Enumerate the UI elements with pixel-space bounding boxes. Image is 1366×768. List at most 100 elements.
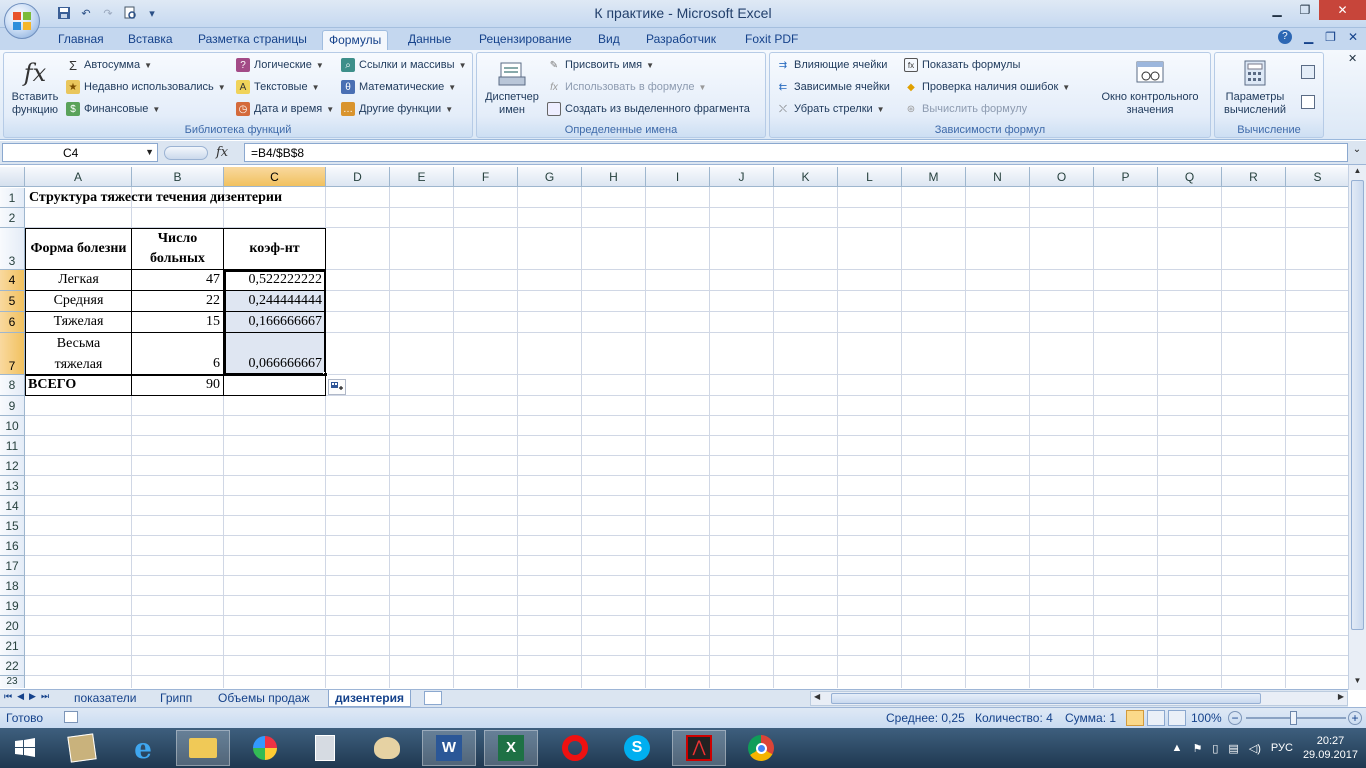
header-cell[interactable]: Число больных: [132, 229, 223, 269]
sheet-tab[interactable]: показатели: [68, 690, 143, 707]
zoom-level[interactable]: 100%: [1191, 711, 1222, 725]
financial-button[interactable]: $ Финансовые ▼: [66, 99, 160, 119]
recent-functions-button[interactable]: ★ Недавно использовались ▼: [66, 77, 226, 97]
column-header[interactable]: B: [132, 167, 224, 187]
trace-dependents-button[interactable]: ⇇ Зависимые ячейки: [776, 77, 890, 97]
row-header[interactable]: 20: [0, 616, 25, 636]
insert-sheet-icon[interactable]: [424, 691, 442, 705]
data-cell[interactable]: Тяжелая: [26, 312, 131, 333]
logical-button[interactable]: ? Логические ▼: [236, 55, 324, 75]
define-name-button[interactable]: ✎ Присвоить имя ▼: [547, 55, 654, 75]
calculator-icon[interactable]: [298, 730, 352, 766]
remove-arrows-button[interactable]: ⤬ Убрать стрелки ▼: [776, 99, 885, 119]
watch-window-button[interactable]: Окно контрольного значения: [1092, 57, 1208, 117]
column-header[interactable]: H: [582, 167, 646, 187]
row-header[interactable]: 18: [0, 576, 25, 596]
row-header[interactable]: 6: [0, 312, 25, 333]
restore-icon[interactable]: ❐: [1291, 0, 1319, 20]
create-from-selection-button[interactable]: Создать из выделенного фрагмента: [547, 99, 750, 119]
use-in-formula-button[interactable]: fx Использовать в формуле ▼: [547, 77, 706, 97]
tab-developer[interactable]: Разработчик: [640, 30, 722, 50]
data-cell[interactable]: 22: [132, 291, 223, 312]
column-header[interactable]: K: [774, 167, 838, 187]
paint-icon[interactable]: [360, 730, 414, 766]
column-header[interactable]: M: [902, 167, 966, 187]
opera-icon[interactable]: [548, 730, 602, 766]
page-layout-view-icon[interactable]: [1147, 710, 1165, 726]
row-header[interactable]: 21: [0, 636, 25, 656]
scroll-left-icon[interactable]: ◀: [814, 692, 820, 701]
row-header[interactable]: 4: [0, 270, 25, 291]
windows-start-icon[interactable]: [0, 730, 50, 766]
horizontal-scroll-thumb[interactable]: [831, 693, 1261, 704]
skype-icon[interactable]: S: [610, 730, 664, 766]
vertical-scrollbar[interactable]: ▲ ▼: [1348, 165, 1366, 690]
scroll-right-icon[interactable]: ▶: [1338, 692, 1344, 701]
row-header[interactable]: 22: [0, 656, 25, 676]
name-box-dropdown-icon[interactable]: ▼: [145, 147, 154, 157]
lookup-reference-button[interactable]: ⌕ Ссылки и массивы ▼: [341, 55, 466, 75]
row-header[interactable]: 16: [0, 536, 25, 556]
zoom-out-icon[interactable]: −: [1228, 711, 1242, 725]
tab-foxit-pdf[interactable]: Foxit PDF: [739, 30, 804, 50]
total-value-cell[interactable]: 90: [132, 375, 223, 396]
word-icon[interactable]: W: [422, 730, 476, 766]
data-cell[interactable]: 6: [132, 354, 223, 375]
row-header[interactable]: 14: [0, 496, 25, 516]
row-header[interactable]: 12: [0, 456, 25, 476]
language-indicator[interactable]: РУС: [1271, 742, 1293, 754]
trace-precedents-button[interactable]: ⇉ Влияющие ячейки: [776, 55, 888, 75]
expand-formula-bar-icon[interactable]: ⌄: [1350, 144, 1364, 161]
text-button[interactable]: A Текстовые ▼: [236, 77, 319, 97]
tab-data[interactable]: Данные: [402, 30, 457, 50]
data-cell[interactable]: Средняя: [26, 291, 131, 312]
column-header[interactable]: Q: [1158, 167, 1222, 187]
more-functions-button[interactable]: … Другие функции ▼: [341, 99, 453, 119]
column-header[interactable]: O: [1030, 167, 1094, 187]
data-cell[interactable]: Весьма тяжелая: [26, 333, 131, 375]
name-box[interactable]: C4 ▼: [2, 143, 158, 162]
tab-home[interactable]: Главная: [52, 30, 110, 50]
sheet-tab[interactable]: Объемы продаж: [212, 690, 316, 707]
normal-view-icon[interactable]: [1126, 710, 1144, 726]
insert-function-fx-icon[interactable]: fx: [216, 145, 228, 160]
autosum-button[interactable]: Σ Автосумма ▼: [66, 55, 152, 75]
data-cell[interactable]: 47: [132, 270, 223, 291]
tab-review[interactable]: Рецензирование: [473, 30, 578, 50]
row-header[interactable]: 11: [0, 436, 25, 456]
total-label-cell[interactable]: ВСЕГО: [28, 375, 131, 396]
calculate-now-icon[interactable]: [1301, 65, 1315, 79]
show-hidden-icons-icon[interactable]: ▲: [1172, 742, 1183, 754]
column-header[interactable]: S: [1286, 167, 1348, 187]
row-header[interactable]: 23: [0, 676, 25, 688]
tab-insert[interactable]: Вставка: [122, 30, 179, 50]
ribbon-collapse-icon[interactable]: ✕: [1348, 52, 1364, 72]
column-header[interactable]: J: [710, 167, 774, 187]
tab-formulas[interactable]: Формулы: [322, 30, 389, 50]
calculate-sheet-icon[interactable]: [1301, 95, 1315, 109]
name-manager-button[interactable]: Диспетчер имен: [481, 57, 543, 117]
scroll-up-icon[interactable]: ▲: [1351, 166, 1364, 178]
chrome-icon[interactable]: [734, 730, 788, 766]
header-cell[interactable]: Форма болезни: [26, 229, 131, 269]
doc-close-icon[interactable]: ✕: [1348, 30, 1358, 44]
app-launcher-icon[interactable]: [55, 730, 109, 766]
column-header[interactable]: F: [454, 167, 518, 187]
show-formulas-button[interactable]: fx Показать формулы: [904, 55, 1020, 75]
tab-page-layout[interactable]: Разметка страницы: [192, 30, 313, 50]
column-header[interactable]: I: [646, 167, 710, 187]
excel-icon[interactable]: X: [484, 730, 538, 766]
data-cell[interactable]: 0,522222222: [224, 270, 325, 291]
column-header[interactable]: E: [390, 167, 454, 187]
data-cell[interactable]: 0,066666667: [224, 354, 325, 375]
file-explorer-icon[interactable]: [176, 730, 230, 766]
calculation-options-button[interactable]: Параметры вычислений: [1217, 57, 1293, 117]
data-cell[interactable]: 0,244444444: [224, 291, 325, 312]
row-header[interactable]: 2: [0, 208, 25, 228]
zoom-slider-thumb[interactable]: [1290, 711, 1297, 725]
row-header[interactable]: 9: [0, 396, 25, 416]
data-cell[interactable]: Легкая: [26, 270, 131, 291]
sheet-tab[interactable]: Грипп: [154, 690, 199, 707]
clock[interactable]: 20:27 29.09.2017: [1303, 734, 1358, 762]
color-wheel-app-icon[interactable]: [238, 730, 292, 766]
